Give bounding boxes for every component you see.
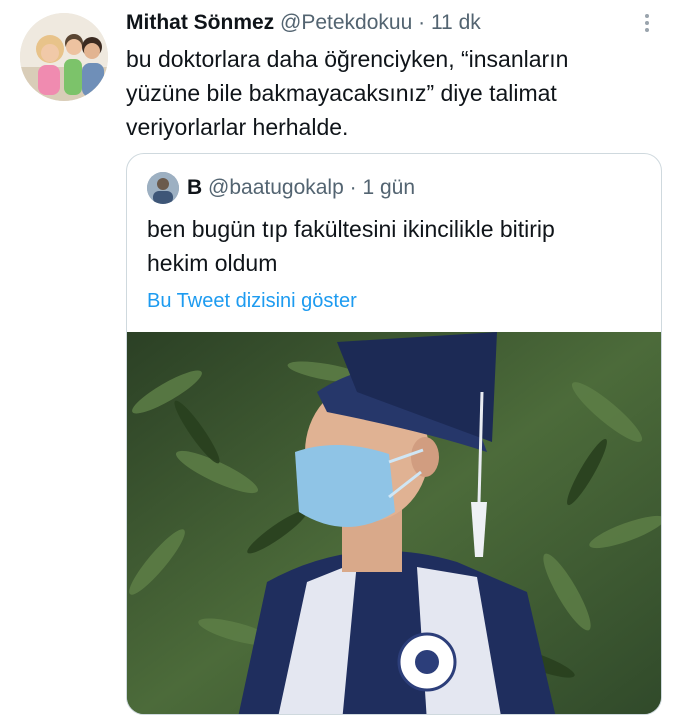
- quoted-tweet-text: ben bugün tıp fakültesini ikincilikle bi…: [147, 212, 637, 280]
- tweet-time[interactable]: 11 dk: [431, 11, 481, 34]
- author-handle[interactable]: @Petekdokuu: [280, 11, 412, 34]
- quoted-author-name[interactable]: B: [187, 176, 202, 199]
- avatar-photo: [20, 13, 108, 101]
- quoted-author-avatar[interactable]: [147, 172, 179, 204]
- tweet-text: bu doktorlara daha öğrenciyken, “insanla…: [126, 42, 646, 144]
- author-avatar[interactable]: [20, 13, 108, 101]
- show-thread-link[interactable]: Bu Tweet dizisini göster: [147, 287, 357, 315]
- quoted-text-line: ben bugün tıp fakültesini ikincilikle bi…: [147, 216, 555, 242]
- more-vertical-icon[interactable]: [640, 14, 654, 36]
- quoted-avatar-photo: [147, 172, 179, 204]
- quoted-separator-dot: ·: [349, 176, 357, 199]
- tweet-text-line: veriyorlarlar herhalde.: [126, 114, 349, 140]
- graduate-photo: [127, 332, 661, 714]
- quoted-tweet-time[interactable]: 1 gün: [362, 176, 415, 199]
- quoted-text-line: hekim oldum: [147, 250, 278, 276]
- quoted-tweet-header: B @baatugokalp · 1 gün: [187, 172, 415, 204]
- quoted-tweet-card[interactable]: B @baatugokalp · 1 gün ben bugün tıp fak…: [126, 153, 662, 715]
- tweet-text-line: bu doktorlara daha öğrenciyken, “insanla…: [126, 46, 569, 72]
- author-name[interactable]: Mithat Sönmez: [126, 11, 274, 34]
- quoted-author-handle[interactable]: @baatugokalp: [208, 176, 344, 199]
- tweet-header: Mithat Sönmez @Petekdokuu · 11 dk: [126, 8, 481, 38]
- quoted-tweet-photo[interactable]: [127, 332, 661, 714]
- separator-dot: ·: [418, 11, 426, 34]
- tweet-text-line: yüzüne bile bakmayacaksınız” diye talima…: [126, 80, 557, 106]
